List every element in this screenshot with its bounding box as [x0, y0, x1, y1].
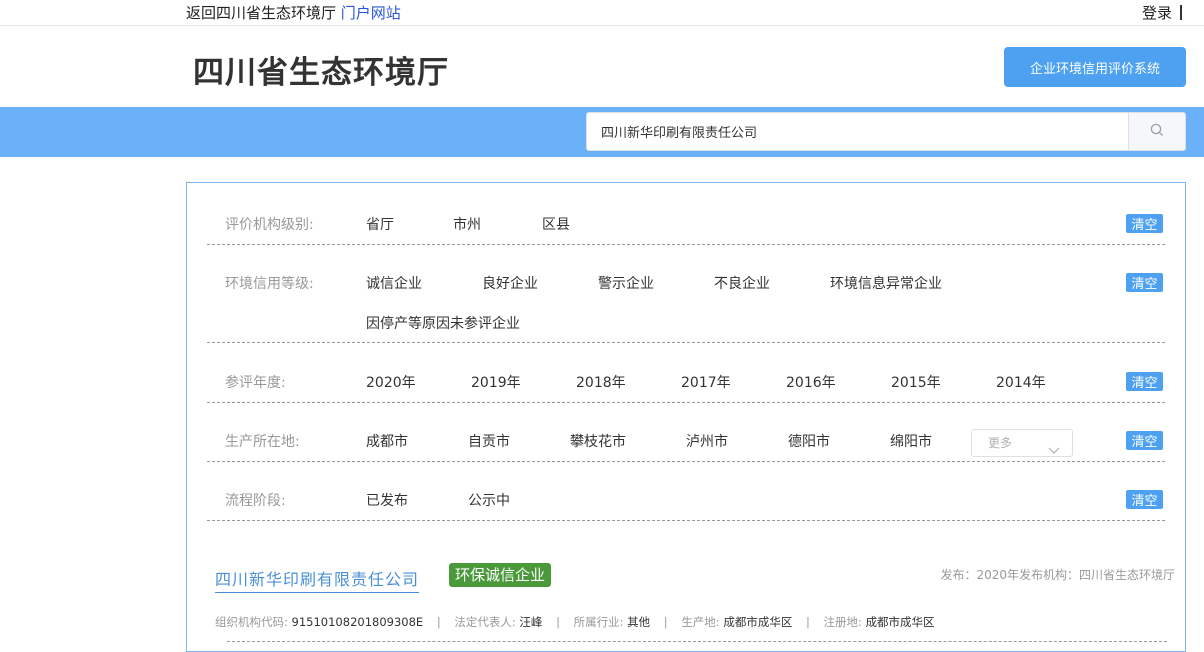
filter-row-year: 参评年度: 2020年 2019年 2018年 2017年 2016年 2015… — [207, 343, 1165, 403]
result-divider — [227, 641, 1167, 642]
option-location-luzhou[interactable]: 泸州市 — [686, 431, 728, 451]
filter-row-grade: 环境信用等级: 诚信企业 良好企业 警示企业 不良企业 环境信息异常企业 因停产… — [207, 245, 1165, 343]
more-location-select[interactable]: 更多 — [971, 429, 1073, 457]
more-location-label: 更多 — [988, 436, 1013, 450]
search-box — [586, 112, 1186, 151]
option-location-chengdu[interactable]: 成都市 — [366, 431, 408, 451]
option-year-2016[interactable]: 2016年 — [786, 372, 836, 392]
filter-label-location: 生产所在地: — [225, 434, 300, 450]
clear-grade-button[interactable]: 清空 — [1126, 273, 1163, 292]
filter-label-grade: 环境信用等级: — [225, 276, 314, 292]
option-grade-bad[interactable]: 不良企业 — [714, 273, 770, 293]
chevron-down-icon — [1048, 438, 1060, 464]
org-code-label: 组织机构代码: — [215, 615, 288, 629]
result-publish-meta: 发布：2020年发布机构：四川省生态环境厅 — [940, 568, 1175, 582]
option-location-panzhihua[interactable]: 攀枝花市 — [570, 431, 626, 451]
back-text[interactable]: 返回四川省生态环境厅 — [186, 4, 336, 22]
credit-system-button[interactable]: 企业环境信用评价系统 — [1004, 47, 1186, 87]
top-bar: 返回四川省生态环境厅 门户网站 登录 — [0, 0, 1204, 26]
search-button[interactable] — [1128, 113, 1185, 150]
org-code-value: 91510108201809308E — [291, 615, 424, 629]
option-level-province[interactable]: 省厅 — [366, 214, 394, 234]
option-level-county[interactable]: 区县 — [542, 214, 570, 234]
result-info-line: 组织机构代码: 91510108201809308E | 法定代表人: 汪峰 |… — [215, 614, 935, 630]
filter-label-year: 参评年度: — [225, 375, 286, 391]
filter-row-stage: 流程阶段: 已发布 公示中 清空 — [207, 462, 1165, 521]
option-year-2019[interactable]: 2019年 — [471, 372, 521, 392]
filter-label-stage: 流程阶段: — [225, 493, 286, 509]
industry-label: 所属行业: — [573, 615, 624, 629]
option-grade-abnormal[interactable]: 环境信息异常企业 — [830, 273, 942, 293]
result-credit-badge: 环保诚信企业 — [449, 563, 552, 587]
filter-label-level: 评价机构级别: — [225, 217, 314, 233]
back-link-group: 返回四川省生态环境厅 门户网站 — [186, 2, 401, 23]
clear-stage-button[interactable]: 清空 — [1126, 490, 1163, 509]
option-year-2020[interactable]: 2020年 — [366, 372, 416, 392]
option-year-2015[interactable]: 2015年 — [891, 372, 941, 392]
separator: | — [436, 615, 441, 629]
option-year-2017[interactable]: 2017年 — [681, 372, 731, 392]
login-link[interactable]: 登录 — [1142, 4, 1172, 22]
page-title: 四川省生态环境厅 — [193, 55, 449, 91]
portal-link[interactable]: 门户网站 — [341, 4, 401, 22]
legal-rep-value: 汪峰 — [519, 615, 543, 629]
clear-level-button[interactable]: 清空 — [1126, 214, 1163, 233]
separator: | — [806, 615, 810, 629]
search-input[interactable] — [587, 113, 1129, 150]
option-location-zigong[interactable]: 自贡市 — [468, 431, 510, 451]
search-band — [0, 107, 1204, 157]
separator: | — [556, 615, 560, 629]
filter-row-level: 评价机构级别: 省厅 市州 区县 清空 — [207, 183, 1165, 245]
option-year-2018[interactable]: 2018年 — [576, 372, 626, 392]
login-area: 登录 — [1142, 2, 1182, 23]
search-icon — [1150, 122, 1164, 141]
option-grade-warning[interactable]: 警示企业 — [598, 273, 654, 293]
option-year-2014[interactable]: 2014年 — [996, 372, 1046, 392]
option-grade-good[interactable]: 良好企业 — [482, 273, 538, 293]
legal-rep-label: 法定代表人: — [454, 615, 516, 629]
option-stage-public[interactable]: 公示中 — [468, 490, 510, 510]
option-grade-honest[interactable]: 诚信企业 — [366, 273, 422, 293]
production-value: 成都市成华区 — [723, 615, 793, 629]
clear-year-button[interactable]: 清空 — [1126, 372, 1163, 391]
option-location-deyang[interactable]: 德阳市 — [788, 431, 830, 451]
option-location-mianyang[interactable]: 绵阳市 — [890, 431, 932, 451]
divider-bar — [1180, 5, 1182, 20]
filter-row-location: 生产所在地: 成都市 自贡市 攀枝花市 泸州市 德阳市 绵阳市 更多 清空 — [207, 403, 1165, 462]
separator: | — [663, 615, 668, 629]
header: 四川省生态环境厅 企业环境信用评价系统 — [0, 27, 1204, 107]
registered-label: 注册地: — [823, 615, 862, 629]
registered-value: 成都市成华区 — [865, 615, 935, 629]
clear-location-button[interactable]: 清空 — [1126, 431, 1163, 450]
result-company-name[interactable]: 四川新华印刷有限责任公司 — [215, 566, 420, 593]
option-level-city[interactable]: 市州 — [453, 214, 481, 234]
option-grade-not-rated[interactable]: 因停产等原因未参评企业 — [366, 313, 520, 333]
filter-panel: 评价机构级别: 省厅 市州 区县 清空 环境信用等级: 诚信企业 良好企业 警示… — [186, 182, 1186, 652]
production-label: 生产地: — [681, 615, 720, 629]
option-stage-published[interactable]: 已发布 — [366, 490, 408, 510]
industry-value: 其他 — [627, 615, 651, 629]
